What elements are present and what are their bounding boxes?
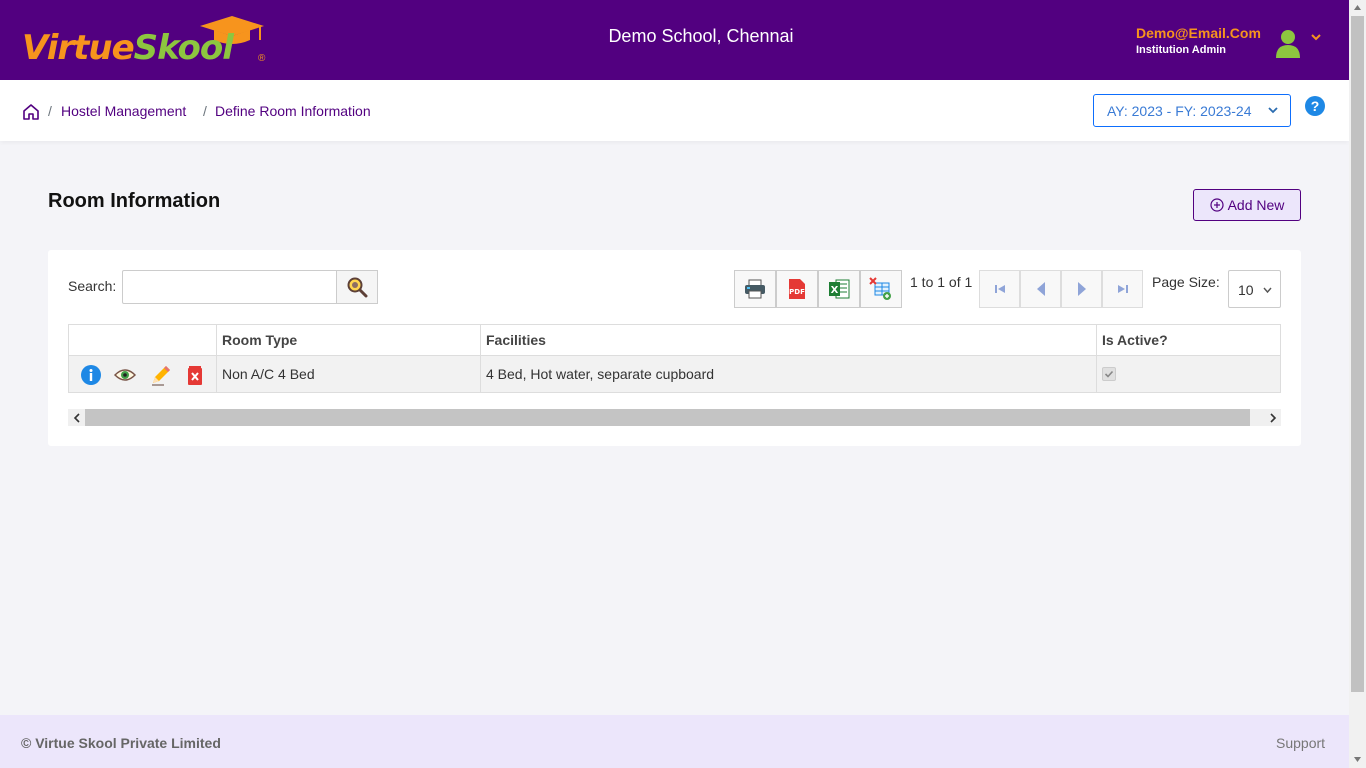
virtueskool-logo[interactable]: VirtueSkool ® — [22, 16, 282, 68]
horizontal-scrollbar[interactable] — [68, 409, 1281, 426]
column-chooser-button[interactable] — [860, 270, 902, 308]
info-icon[interactable] — [80, 364, 102, 386]
row-actions-cell — [69, 356, 217, 392]
grid-settings-icon — [869, 277, 891, 300]
school-name: Demo School, Chennai — [608, 26, 794, 46]
page-size-select[interactable]: 10 — [1228, 270, 1281, 308]
last-page-button[interactable] — [1102, 270, 1143, 308]
svg-text:PDF: PDF — [789, 288, 805, 296]
plus-circle-icon — [1209, 198, 1224, 212]
room-type-cell: Non A/C 4 Bed — [217, 356, 481, 392]
next-page-button[interactable] — [1061, 270, 1102, 308]
page-title: Room Information — [48, 190, 221, 212]
breadcrumb-define-room-information[interactable]: Define Room Information — [215, 103, 371, 119]
breadcrumb: / Hostel Management / Define Room Inform… — [0, 80, 1349, 141]
previous-page-button[interactable] — [1020, 270, 1061, 308]
page-footer: © Virtue Skool Private Limited Support — [0, 715, 1349, 768]
column-header-is-active[interactable]: Is Active? — [1097, 325, 1280, 355]
vertical-scrollbar[interactable] — [1349, 0, 1366, 768]
room-information-card: Search: PDF X 1 to 1 of 1 Page Size: 10 … — [48, 250, 1301, 446]
academic-year-select[interactable]: AY: 2023 - FY: 2023-24 — [1093, 94, 1291, 127]
scroll-right-icon[interactable] — [1264, 409, 1281, 426]
user-avatar-icon[interactable] — [1274, 28, 1302, 58]
excel-icon: X — [829, 279, 850, 299]
user-role: Institution Admin — [1136, 44, 1227, 56]
support-link[interactable]: Support — [1276, 735, 1325, 751]
table-row[interactable]: Non A/C 4 Bed 4 Bed, Hot water, separate… — [69, 356, 1280, 392]
edit-pencil-icon[interactable] — [150, 364, 172, 386]
breadcrumb-separator: / — [203, 103, 207, 119]
vertical-scroll-thumb[interactable] — [1351, 16, 1364, 692]
logo-text-virtue: Virtue — [22, 28, 135, 68]
page-size-value: 10 — [1238, 282, 1254, 298]
add-new-label: Add New — [1227, 197, 1285, 213]
room-information-grid: Room Type Facilities Is Active? Non A/C … — [68, 324, 1281, 393]
scroll-down-icon[interactable] — [1353, 756, 1362, 763]
search-input[interactable] — [122, 270, 337, 304]
export-excel-button[interactable]: X — [818, 270, 860, 308]
view-eye-icon[interactable] — [114, 364, 136, 386]
delete-icon[interactable] — [184, 364, 206, 386]
search-button[interactable] — [336, 270, 378, 304]
page-size-label: Page Size: — [1152, 274, 1220, 290]
top-header: VirtueSkool ® Demo School, Chennai Demo@… — [0, 0, 1349, 80]
column-header-facilities[interactable]: Facilities — [481, 325, 1097, 355]
svg-text:X: X — [831, 285, 839, 296]
printer-icon — [745, 279, 765, 299]
breadcrumb-separator: / — [48, 103, 52, 119]
logo-text-skool: Skool — [133, 28, 234, 68]
pager-summary: 1 to 1 of 1 — [910, 274, 973, 290]
scroll-up-icon[interactable] — [1353, 4, 1362, 11]
facilities-cell: 4 Bed, Hot water, separate cupboard — [481, 356, 1097, 392]
first-page-icon — [994, 285, 1005, 293]
magnifier-icon — [347, 277, 368, 298]
previous-page-icon — [1036, 282, 1045, 296]
chevron-down-icon — [1268, 107, 1278, 114]
print-button[interactable] — [734, 270, 776, 308]
first-page-button[interactable] — [979, 270, 1020, 308]
is-active-checkbox — [1102, 367, 1116, 381]
user-email[interactable]: Demo@Email.Com — [1136, 25, 1261, 41]
scroll-left-icon[interactable] — [68, 409, 85, 426]
logo-registered-mark: ® — [258, 53, 266, 64]
copyright-text: © Virtue Skool Private Limited — [21, 735, 221, 751]
export-pdf-button[interactable]: PDF — [776, 270, 818, 308]
horizontal-scroll-thumb[interactable] — [85, 409, 1250, 426]
column-header-actions — [69, 325, 217, 355]
is-active-cell — [1097, 356, 1280, 392]
academic-year-value: AY: 2023 - FY: 2023-24 — [1107, 103, 1252, 119]
chevron-down-icon — [1263, 287, 1272, 294]
last-page-icon — [1117, 285, 1128, 293]
column-header-room-type[interactable]: Room Type — [217, 325, 481, 355]
search-label: Search: — [68, 278, 117, 294]
checkmark-icon — [1104, 370, 1114, 378]
help-icon[interactable]: ? — [1305, 96, 1325, 116]
grid-header-row: Room Type Facilities Is Active? — [69, 325, 1280, 356]
breadcrumb-hostel-management[interactable]: Hostel Management — [61, 103, 186, 119]
add-new-button[interactable]: Add New — [1193, 189, 1301, 221]
next-page-icon — [1077, 282, 1086, 296]
chevron-down-icon[interactable] — [1310, 32, 1322, 42]
pdf-icon: PDF — [789, 279, 805, 299]
home-icon[interactable] — [22, 103, 40, 121]
